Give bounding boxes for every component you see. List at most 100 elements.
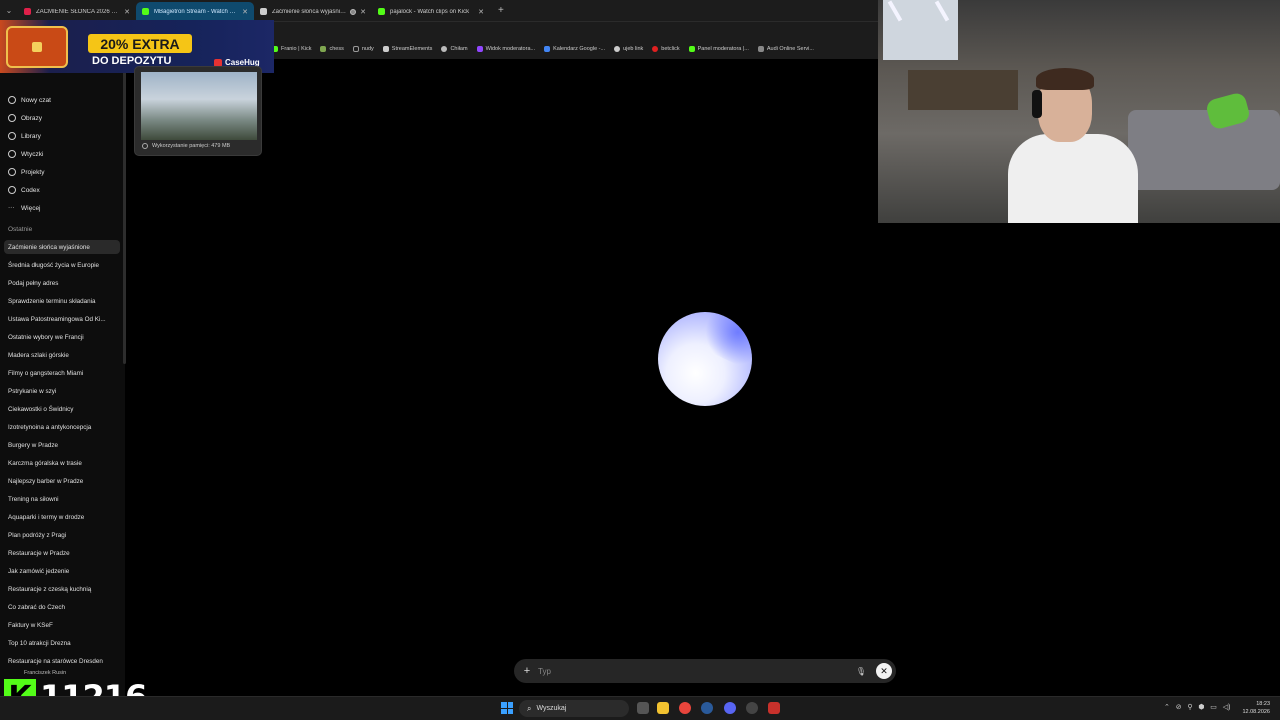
history-item[interactable]: Restauracje na starówce Dresden [4, 654, 120, 668]
message-input[interactable] [538, 666, 852, 676]
sidebar-scrollbar[interactable] [123, 59, 126, 364]
history-item[interactable]: Filmy o gangsterach Miami [4, 366, 120, 380]
promo-headline: 20% EXTRA [88, 34, 192, 53]
history-item[interactable]: Co zabrać do Czech [4, 600, 120, 614]
memory-usage: Wykorzystanie pamięci: 479 MB [142, 143, 230, 149]
preview-thumbnail [141, 72, 257, 140]
bookmark-folder[interactable]: nudy [352, 46, 374, 52]
history-item[interactable]: Podaj pełny adres [4, 276, 120, 290]
history-item[interactable]: Najlepszy barber w Pradze [4, 474, 120, 488]
bookmark-favicon-icon [652, 46, 659, 52]
obs-icon[interactable] [746, 702, 758, 714]
tab-2-active[interactable]: MBagietron Stream - Watch Li... ✕ [136, 2, 254, 21]
streamer-shirt [1008, 134, 1138, 223]
history-item[interactable]: Zaćmienie słońca wyjaśnione [4, 240, 120, 254]
history-item[interactable]: Sprawdzenie terminu składania [4, 294, 120, 308]
recording-indicator-icon [350, 8, 357, 15]
plugin-icon [8, 150, 16, 158]
history-item[interactable]: Ostatnie wybory we Francji [4, 330, 120, 344]
bookmark-item[interactable]: Kalendarz Google -... [544, 46, 605, 52]
webcam-overlay [878, 0, 1280, 223]
clock-date: 12.08.2026 [1242, 709, 1270, 715]
tab-hover-preview: Wykorzystanie pamięci: 479 MB [134, 66, 262, 156]
taskbar-clock[interactable]: 18:23 12.08.2026 [1242, 700, 1270, 716]
history-item[interactable]: Izotretynoina a antykoncepcja [4, 420, 120, 434]
sidebar-user-name[interactable]: Franciszek Rusin [24, 670, 66, 676]
bookmark-item[interactable]: chess [320, 46, 344, 52]
windows-taskbar: ⌕ Wyszukaj ⌃ ⊘ ⚲ ⬢ ▭ ◁) 18:23 12.08.2026 [0, 696, 1280, 720]
bookmark-item[interactable]: Chiłam [441, 46, 468, 52]
bookmark-label: Panel moderatora |... [697, 46, 749, 52]
history-item[interactable]: Madera szlaki górskie [4, 348, 120, 362]
windows-start-icon[interactable] [501, 702, 513, 714]
tab-3[interactable]: Zaćmienie słońca wyjaśnion... ✕ [254, 2, 372, 21]
tab-label: Zaćmienie słońca wyjaśnion... [272, 8, 348, 15]
bookmark-item[interactable]: Franio | Kick [272, 46, 311, 52]
steam-icon[interactable] [701, 702, 713, 714]
brave-icon[interactable] [768, 702, 780, 714]
sidebar-item-plugins[interactable]: Wtyczki [8, 147, 43, 161]
history-item[interactable]: Jak zamówić jedzenie [4, 564, 120, 578]
bookmark-item[interactable]: Panel moderatora |... [688, 46, 749, 52]
sidebar-item-projects[interactable]: Projekty [8, 165, 44, 179]
new-tab-plus-icon[interactable]: + [498, 5, 504, 16]
close-tab-icon[interactable]: ✕ [478, 8, 484, 16]
history-item[interactable]: Ustawa Patostreamingowa Od Ki... [4, 312, 120, 326]
sidebar-item-more[interactable]: ··· Więcej [8, 201, 41, 215]
history-item[interactable]: Faktury w KSeF [4, 618, 120, 632]
system-tray[interactable]: ⌃ ⊘ ⚲ ⬢ ▭ ◁) [1164, 703, 1230, 711]
taskbar-search[interactable]: ⌕ Wyszukaj [519, 700, 629, 717]
bookmark-label: Audi Online Servi... [766, 46, 814, 52]
mute-microphone-icon[interactable]: 🎙 [852, 667, 870, 676]
sidebar-item-images[interactable]: Obrazy [8, 111, 42, 125]
folder-icon [352, 46, 359, 52]
close-tab-icon[interactable]: ✕ [360, 8, 366, 16]
history-item[interactable]: Aquaparki i termy w drodze [4, 510, 120, 524]
webcam-shelf [908, 70, 1018, 110]
task-view-icon[interactable] [637, 702, 649, 714]
end-voice-button[interactable]: ✕ [876, 663, 892, 679]
sidebar-item-library[interactable]: Library [8, 129, 41, 143]
file-explorer-icon[interactable] [657, 702, 669, 714]
history-item[interactable]: Karczma góralska w trasie [4, 456, 120, 470]
sidebar-item-new-chat[interactable]: Nowy czat [8, 93, 51, 107]
chrome-icon[interactable] [679, 702, 691, 714]
bookmark-label: Chiłam [450, 46, 468, 52]
discord-icon[interactable] [724, 702, 736, 714]
history-item[interactable]: Trening na siłowni [4, 492, 120, 506]
tab-1[interactable]: ZAĆMIENIE SŁOŃCA 2026 NA ... ✕ [18, 2, 136, 21]
bookmark-favicon-icon [688, 46, 695, 52]
close-tab-icon[interactable]: ✕ [242, 8, 248, 16]
history-item[interactable]: Top 10 atrakcji Drezna [4, 636, 120, 650]
image-icon [8, 114, 16, 122]
tab-search-icon[interactable]: ⌄ [0, 0, 18, 21]
bookmark-item[interactable]: ujeb link [614, 46, 643, 52]
streamer-hair [1036, 68, 1094, 90]
sidebar-item-codex[interactable]: Codex [8, 183, 40, 197]
more-icon: ··· [8, 204, 15, 211]
close-tab-icon[interactable]: ✕ [124, 8, 130, 16]
history-item[interactable]: Średnia długość życia w Europie [4, 258, 120, 272]
history-item[interactable]: Plan podróży z Pragi [4, 528, 120, 542]
tab-4[interactable]: pajalock - Watch clips on Kick ✕ [372, 2, 490, 21]
sidebar-item-label: Codex [21, 186, 40, 194]
bookmark-item[interactable]: Widok moderatora... [476, 46, 535, 52]
history-item[interactable]: Ciekawostki o Świdnicy [4, 402, 120, 416]
bookmark-item[interactable]: betclick [652, 46, 680, 52]
tab-label: ZAĆMIENIE SŁOŃCA 2026 NA ... [36, 8, 121, 15]
history-item[interactable]: Restauracje w Pradze [4, 546, 120, 560]
tab-label: pajalock - Watch clips on Kick [390, 8, 470, 15]
bookmark-label: betclick [661, 46, 680, 52]
bookmark-item[interactable]: StreamElements [382, 46, 432, 52]
history-item[interactable]: Restauracje z czeską kuchnią [4, 582, 120, 596]
taskbar-search-label: Wyszukaj [536, 705, 567, 712]
search-icon: ⌕ [527, 703, 532, 713]
recent-heading: Ostatnie [8, 226, 33, 233]
composer-bar: + 🎙 ✕ [514, 659, 896, 683]
bookmark-item[interactable]: Audi Online Servi... [757, 46, 814, 52]
sidebar-item-label: Projekty [21, 168, 45, 176]
history-item[interactable]: Pstrykanie w szyi [4, 384, 120, 398]
bookmark-label: ujeb link [623, 46, 644, 52]
add-attachment-icon[interactable]: + [516, 665, 538, 677]
history-item[interactable]: Burgery w Pradze [4, 438, 120, 452]
